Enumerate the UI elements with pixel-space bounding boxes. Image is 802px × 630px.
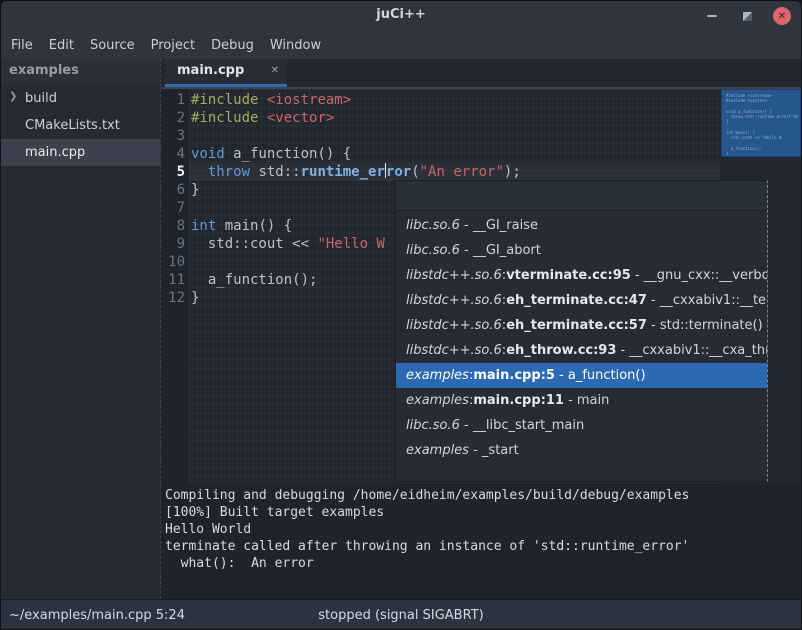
code-line: void a_function() { bbox=[191, 145, 351, 163]
backtrace-item[interactable]: libc.so.6 - __libc_start_main bbox=[396, 413, 767, 438]
restore-button[interactable] bbox=[738, 7, 756, 25]
close-icon: ✕ bbox=[778, 11, 786, 22]
terminal-line: Compiling and debugging /home/eidheim/ex… bbox=[165, 487, 802, 504]
terminal-line: terminate called after throwing an insta… bbox=[165, 538, 802, 555]
minimize-button[interactable] bbox=[703, 7, 721, 25]
minimize-icon bbox=[707, 15, 717, 17]
backtrace-item[interactable]: libc.so.6 - __GI_raise bbox=[396, 213, 767, 238]
terminal-line: what(): An error bbox=[165, 555, 802, 572]
frame-library: libstdc++.so.6 bbox=[406, 293, 502, 308]
chevron-right-icon[interactable]: ❯ bbox=[9, 91, 17, 102]
tab-label: main.cpp bbox=[177, 63, 265, 78]
code-line: } bbox=[191, 181, 199, 199]
statusbar: ~/examples/main.cpp 5:24 stopped (signal… bbox=[1, 599, 801, 630]
line-number: 8 bbox=[161, 217, 185, 235]
frame-library: examples bbox=[406, 368, 469, 383]
code-line: std::cout << "Hello W bbox=[191, 235, 385, 253]
code-line: #include <vector> bbox=[191, 109, 334, 127]
line-number: 1 bbox=[161, 91, 185, 109]
code-editor[interactable]: 123456789101112 #include <iostream>#incl… bbox=[161, 89, 802, 483]
frame-file-line: vterminate.cc:95 bbox=[506, 268, 631, 283]
tree-item-label: CMakeLists.txt bbox=[25, 118, 120, 133]
project-name-header: examples bbox=[1, 59, 160, 85]
file-tree-sidebar: examples ❯ build CMakeLists.txt main.cpp bbox=[1, 59, 161, 599]
backtrace-item[interactable]: libstdc++.so.6:vterminate.cc:95 - __gnu_… bbox=[396, 263, 767, 288]
frame-library: libc.so.6 bbox=[406, 418, 460, 433]
menu-item-file[interactable]: File bbox=[11, 38, 33, 53]
line-number: 5 bbox=[161, 163, 185, 181]
frame-library: examples bbox=[406, 393, 469, 408]
tab-bar: main.cpp ✕ bbox=[161, 59, 802, 89]
line-number: 4 bbox=[161, 145, 185, 163]
window-controls: ✕ bbox=[703, 1, 791, 31]
code-line: a_function(); bbox=[191, 271, 317, 289]
backtrace-item[interactable]: examples - _start bbox=[396, 438, 767, 463]
terminal-line: Hello World bbox=[165, 521, 802, 538]
main-pane: main.cpp ✕ 123456789101112 #include <ios… bbox=[161, 59, 802, 599]
backtrace-popup: libc.so.6 - __GI_raiselibc.so.6 - __GI_a… bbox=[395, 180, 768, 482]
line-number: 2 bbox=[161, 109, 185, 127]
popup-search-entry[interactable] bbox=[396, 181, 767, 211]
line-number: 9 bbox=[161, 235, 185, 253]
backtrace-item[interactable]: libc.so.6 - __GI_abort bbox=[396, 238, 767, 263]
frame-file-line: eh_terminate.cc:57 bbox=[506, 318, 647, 333]
menu-item-project[interactable]: Project bbox=[151, 38, 195, 53]
tree-item-label: build bbox=[25, 91, 57, 106]
line-number: 12 bbox=[161, 289, 185, 307]
tree-item-build[interactable]: ❯ build bbox=[1, 85, 160, 112]
file-tree: ❯ build CMakeLists.txt main.cpp bbox=[1, 85, 160, 166]
tree-item-cmakelists.txt[interactable]: CMakeLists.txt bbox=[1, 112, 160, 139]
line-number: 3 bbox=[161, 127, 185, 145]
preview-line: } bbox=[726, 151, 800, 156]
tree-item-main.cpp[interactable]: main.cpp bbox=[1, 139, 160, 166]
frame-file-line: main.cpp:11 bbox=[473, 393, 564, 408]
tree-item-label: main.cpp bbox=[25, 145, 85, 160]
menubar: File Edit Source Project Debug Window bbox=[1, 31, 801, 59]
frame-library: libc.so.6 bbox=[406, 218, 460, 233]
backtrace-item[interactable]: libstdc++.so.6:eh_terminate.cc:47 - __cx… bbox=[396, 288, 767, 313]
terminal-output[interactable]: Compiling and debugging /home/eidheim/ex… bbox=[161, 483, 802, 599]
titlebar: juCi++ ✕ bbox=[1, 1, 801, 31]
frame-library: libstdc++.so.6 bbox=[406, 318, 502, 333]
frame-file-line: main.cpp:5 bbox=[473, 368, 555, 383]
menu-item-edit[interactable]: Edit bbox=[49, 38, 74, 53]
restore-icon bbox=[743, 12, 752, 21]
frame-library: libc.so.6 bbox=[406, 243, 460, 258]
terminal-line: [100%] Built target examples bbox=[165, 504, 802, 521]
frame-file-line: eh_throw.cc:93 bbox=[506, 343, 616, 358]
code-preview-tooltip: #include <iostream>#include <vector> voi… bbox=[721, 89, 801, 157]
code-line: } bbox=[191, 289, 199, 307]
backtrace-list: libc.so.6 - __GI_raiselibc.so.6 - __GI_a… bbox=[396, 213, 767, 463]
backtrace-item[interactable]: examples:main.cpp:5 - a_function() bbox=[396, 363, 767, 388]
backtrace-item[interactable]: examples:main.cpp:11 - main bbox=[396, 388, 767, 413]
menu-item-debug[interactable]: Debug bbox=[211, 38, 254, 53]
backtrace-item[interactable]: libstdc++.so.6:eh_throw.cc:93 - __cxxabi… bbox=[396, 338, 767, 363]
window-title: juCi++ bbox=[1, 7, 801, 22]
frame-library: examples bbox=[406, 443, 469, 458]
frame-library: libstdc++.so.6 bbox=[406, 343, 502, 358]
frame-library: libstdc++.so.6 bbox=[406, 268, 502, 283]
tab-close-icon[interactable]: ✕ bbox=[271, 65, 279, 76]
backtrace-item[interactable]: libstdc++.so.6:eh_terminate.cc:57 - std:… bbox=[396, 313, 767, 338]
app-window: juCi++ ✕ File Edit Source Project Debug Windo… bbox=[0, 0, 802, 630]
code-line: throw std::runtime_error("An error"); bbox=[191, 163, 521, 181]
line-number: 11 bbox=[161, 271, 185, 289]
menu-item-window[interactable]: Window bbox=[270, 38, 321, 53]
close-button[interactable]: ✕ bbox=[773, 7, 791, 25]
line-number: 7 bbox=[161, 199, 185, 217]
line-number: 10 bbox=[161, 253, 185, 271]
code-line: #include <iostream> bbox=[191, 91, 351, 109]
tab-main-cpp[interactable]: main.cpp ✕ bbox=[165, 59, 287, 87]
menu-item-source[interactable]: Source bbox=[90, 38, 135, 53]
line-number: 6 bbox=[161, 181, 185, 199]
code-line: int main() { bbox=[191, 217, 292, 235]
status-debug-state: stopped (signal SIGABRT) bbox=[1, 608, 801, 623]
frame-file-line: eh_terminate.cc:47 bbox=[506, 293, 647, 308]
